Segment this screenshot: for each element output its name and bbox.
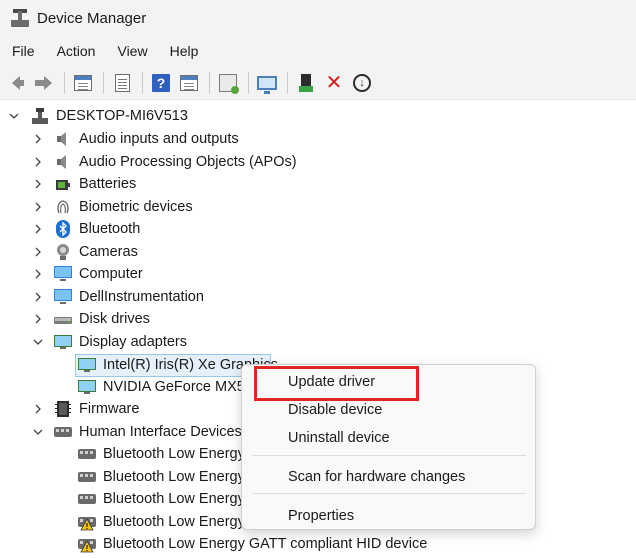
window-list-icon[interactable] bbox=[177, 71, 201, 95]
firmware-chip-icon bbox=[54, 400, 72, 418]
tree-item-hid[interactable]: Human Interface Devices bbox=[79, 424, 242, 440]
chevron-right-icon[interactable] bbox=[33, 157, 43, 167]
chevron-down-icon[interactable] bbox=[33, 427, 43, 437]
hid-device-icon bbox=[77, 445, 96, 463]
monitor-icon[interactable] bbox=[255, 71, 279, 95]
toolbar-separator bbox=[287, 71, 288, 94]
display-adapter-icon bbox=[53, 333, 72, 351]
tree-item-dellinstrumentation[interactable]: DellInstrumentation bbox=[79, 289, 204, 305]
toolbar-separator bbox=[64, 71, 65, 94]
tree-item-ble-2[interactable]: Bluetooth Low Energy bbox=[103, 469, 245, 485]
chevron-right-icon[interactable] bbox=[33, 179, 43, 189]
document-icon[interactable] bbox=[110, 71, 134, 95]
tree-item-ble-4[interactable]: Bluetooth Low Energy bbox=[103, 514, 245, 530]
tree-item-computer[interactable]: Computer bbox=[79, 266, 143, 282]
tree-item-firmware[interactable]: Firmware bbox=[79, 401, 139, 417]
tree-item-ble-1[interactable]: Bluetooth Low Energy bbox=[103, 446, 245, 462]
hid-icon bbox=[53, 423, 72, 441]
hid-device-icon bbox=[77, 490, 96, 508]
tree-item-biometric[interactable]: Biometric devices bbox=[79, 199, 193, 215]
chevron-right-icon[interactable] bbox=[33, 247, 43, 257]
properties-window-icon[interactable] bbox=[71, 71, 95, 95]
chevron-right-icon[interactable] bbox=[33, 134, 43, 144]
toolbar-separator bbox=[103, 71, 104, 94]
tree-item-display-adapters[interactable]: Display adapters bbox=[79, 334, 187, 350]
menu-separator bbox=[252, 493, 526, 494]
computer-icon bbox=[53, 288, 72, 306]
toolbar-separator bbox=[248, 71, 249, 94]
uninstall-x-icon[interactable]: ✕ bbox=[322, 71, 346, 95]
title-bar: Device Manager bbox=[0, 0, 636, 36]
camera-icon bbox=[54, 243, 72, 261]
help-icon[interactable]: ? bbox=[149, 71, 173, 95]
toolbar-separator bbox=[142, 71, 143, 94]
tree-item-ble-3[interactable]: Bluetooth Low Energy bbox=[103, 491, 245, 507]
toolbar-separator bbox=[209, 71, 210, 94]
tree-item-disk-drives[interactable]: Disk drives bbox=[79, 311, 150, 327]
menu-scan-hardware[interactable]: Scan for hardware changes bbox=[288, 469, 465, 485]
fingerprint-icon bbox=[54, 198, 72, 216]
update-driver-icon[interactable] bbox=[294, 71, 318, 95]
display-adapter-icon bbox=[77, 378, 96, 396]
annotation-highlight-box bbox=[254, 366, 419, 401]
menu-separator bbox=[252, 455, 526, 456]
tree-item-cameras[interactable]: Cameras bbox=[79, 244, 138, 260]
chevron-right-icon[interactable] bbox=[33, 404, 43, 414]
computer-icon bbox=[53, 265, 72, 283]
tree-item-nvidia-geforce[interactable]: NVIDIA GeForce MX5 bbox=[103, 379, 245, 395]
chevron-right-icon[interactable] bbox=[33, 292, 43, 302]
forward-arrow-icon[interactable] bbox=[32, 71, 56, 95]
download-circle-icon[interactable]: ↓ bbox=[350, 71, 374, 95]
tree-item-audio-io[interactable]: Audio inputs and outputs bbox=[79, 131, 239, 147]
window-title: Device Manager bbox=[37, 9, 147, 27]
tree-item-ble-gatt[interactable]: Bluetooth Low Energy GATT compliant HID … bbox=[103, 536, 427, 552]
scan-hardware-icon[interactable] bbox=[216, 71, 240, 95]
menu-disable-device[interactable]: Disable device bbox=[288, 402, 382, 418]
device-manager-icon bbox=[11, 9, 29, 27]
battery-icon bbox=[54, 175, 72, 193]
toolbar: ? ✕ ↓ bbox=[0, 66, 636, 100]
tree-root-label[interactable]: DESKTOP-MI6V513 bbox=[56, 108, 188, 124]
menu-view[interactable]: View bbox=[106, 36, 158, 66]
display-adapter-icon bbox=[77, 356, 96, 374]
chevron-down-icon[interactable] bbox=[33, 337, 43, 347]
speaker-icon bbox=[54, 153, 72, 171]
chevron-down-icon[interactable] bbox=[9, 111, 19, 121]
speaker-icon bbox=[54, 130, 72, 148]
chevron-right-icon[interactable] bbox=[33, 202, 43, 212]
disk-drive-icon bbox=[53, 310, 72, 328]
menu-action[interactable]: Action bbox=[46, 36, 107, 66]
computer-root-icon bbox=[31, 107, 49, 125]
menu-properties[interactable]: Properties bbox=[288, 508, 354, 524]
menu-uninstall-device[interactable]: Uninstall device bbox=[288, 430, 390, 446]
chevron-right-icon[interactable] bbox=[33, 269, 43, 279]
hid-device-icon bbox=[77, 468, 96, 486]
menu-bar: File Action View Help bbox=[0, 36, 636, 66]
tree-item-batteries[interactable]: Batteries bbox=[79, 176, 136, 192]
menu-help[interactable]: Help bbox=[159, 36, 210, 66]
tree-item-apo[interactable]: Audio Processing Objects (APOs) bbox=[79, 154, 297, 170]
chevron-right-icon[interactable] bbox=[33, 314, 43, 324]
tree-item-bluetooth[interactable]: Bluetooth bbox=[79, 221, 140, 237]
hid-warning-icon bbox=[77, 513, 96, 531]
chevron-right-icon[interactable] bbox=[33, 224, 43, 234]
hid-warning-icon bbox=[77, 535, 96, 553]
bluetooth-icon bbox=[54, 220, 72, 238]
back-arrow-icon[interactable] bbox=[4, 71, 28, 95]
menu-file[interactable]: File bbox=[0, 36, 46, 66]
